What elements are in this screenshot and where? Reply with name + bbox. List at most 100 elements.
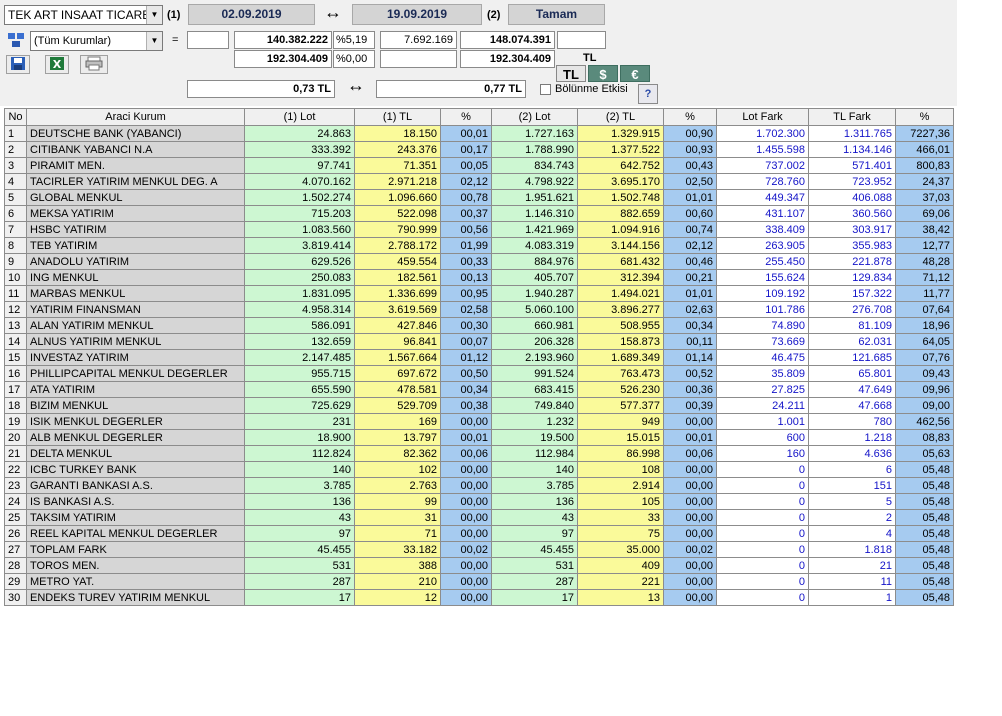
table-row[interactable]: 10 ING MENKUL 250.083 182.561 00,13 405.707 31… xyxy=(4,269,954,286)
table-cell: 287 xyxy=(491,573,578,590)
table-cell: 2.193.960 xyxy=(491,349,578,366)
table-row[interactable]: 5 GLOBAL MENKUL 1.502.274 1.096.660 00,78 1.9… xyxy=(4,189,954,206)
excel-icon[interactable]: X xyxy=(45,55,69,74)
table-cell: 25 xyxy=(4,509,27,526)
table-cell: 08,83 xyxy=(895,429,954,446)
table-cell: 0 xyxy=(716,589,809,606)
currency-caption: TL xyxy=(583,52,597,64)
table-row[interactable]: 24 IS BANKASI A.S. 136 99 00,00 136 105 00,00 0 5… xyxy=(4,493,954,510)
table-cell: 26 xyxy=(4,525,27,542)
table-cell: 05,48 xyxy=(895,461,954,478)
table-cell: 13.797 xyxy=(354,429,441,446)
table-row[interactable]: 13 ALAN YATIRIM MENKUL 586.091 427.846 00,30… xyxy=(4,317,954,334)
table-cell: INVESTAZ YATIRIM xyxy=(26,349,245,366)
table-cell: 140 xyxy=(491,461,578,478)
table-cell: 00,36 xyxy=(663,381,717,398)
date1-field[interactable]: 02.09.2019 xyxy=(188,4,315,25)
table-cell: 0 xyxy=(716,541,809,558)
table-cell: 600 xyxy=(716,429,809,446)
table-row[interactable]: 29 METRO YAT. 287 210 00,00 287 221 00,00 0 11 05,… xyxy=(4,573,954,590)
table-row[interactable]: 25 TAKSIM YATIRIM 43 31 00,00 43 33 00,00 0 2 05,4… xyxy=(4,509,954,526)
table-cell: PHILLIPCAPITAL MENKUL DEGERLER xyxy=(26,365,245,382)
column-header[interactable]: Lot Fark xyxy=(716,108,809,126)
symbol-value: TEK ART INSAAT TICARET xyxy=(8,8,158,22)
table-row[interactable]: 1 DEUTSCHE BANK (YABANCI) 24.863 18.150 00,0… xyxy=(4,125,954,142)
table-cell: 11 xyxy=(4,285,27,302)
table-cell: CITIBANK YABANCI N.A xyxy=(26,141,245,158)
table-cell: 182.561 xyxy=(354,269,441,286)
table-cell: 2 xyxy=(4,141,27,158)
split-effect-checkbox[interactable] xyxy=(540,84,551,95)
help-icon[interactable]: ? xyxy=(638,84,658,104)
table-cell: 05,48 xyxy=(895,493,954,510)
save-icon[interactable] xyxy=(6,55,30,74)
currency-usd-button[interactable]: $ xyxy=(588,65,618,82)
table-row[interactable]: 12 YATIRIM FINANSMAN 4.958.314 3.619.569 02,… xyxy=(4,301,954,318)
column-header[interactable]: No xyxy=(4,108,27,126)
table-cell: MARBAS MENKUL xyxy=(26,285,245,302)
table-cell: 136 xyxy=(491,493,578,510)
chevron-down-icon[interactable]: ▼ xyxy=(146,6,162,24)
currency-tl-button[interactable]: TL xyxy=(556,65,586,82)
institution-select[interactable]: (Tüm Kurumlar) ▼ xyxy=(30,31,163,51)
table-row[interactable]: 20 ALB MENKUL DEGERLER 18.900 13.797 00,01 19… xyxy=(4,429,954,446)
table-row[interactable]: 18 BIZIM MENKUL 725.629 529.709 00,38 749.840… xyxy=(4,397,954,414)
table-row[interactable]: 30 ENDEKS TUREV YATIRIM MENKUL 17 12 00,00 17… xyxy=(4,589,954,606)
table-row[interactable]: 6 MEKSA YATIRIM 715.203 522.098 00,37 1.146.3… xyxy=(4,205,954,222)
chevron-down-icon[interactable]: ▼ xyxy=(146,32,162,50)
table-row[interactable]: 23 GARANTI BANKASI A.S. 3.785 2.763 00,00 3.7… xyxy=(4,477,954,494)
symbol-select[interactable]: TEK ART INSAAT TICARET ▼ xyxy=(4,5,163,25)
table-row[interactable]: 11 MARBAS MENKUL 1.831.095 1.336.699 00,95 1.… xyxy=(4,285,954,302)
table-cell: 12 xyxy=(354,589,441,606)
table-row[interactable]: 28 TOROS MEN. 531 388 00,00 531 409 00,00 0 21 05,… xyxy=(4,557,954,574)
table-cell: 00,00 xyxy=(663,573,717,590)
date2-marker: (2) xyxy=(487,9,501,21)
table-row[interactable]: 21 DELTA MENKUL 112.824 82.362 00,06 112.984 8… xyxy=(4,445,954,462)
table-row[interactable]: 9 ANADOLU YATIRIM 629.526 459.554 00,33 884.9… xyxy=(4,253,954,270)
column-header[interactable]: (1) TL xyxy=(354,108,441,126)
table-cell: ALNUS YATIRIM MENKUL xyxy=(26,333,245,350)
table-cell: 2.147.485 xyxy=(244,349,355,366)
column-header[interactable]: (2) TL xyxy=(577,108,664,126)
table-cell: 2.763 xyxy=(354,477,441,494)
table-row[interactable]: 7 HSBC YATIRIM 1.083.560 790.999 00,56 1.421.… xyxy=(4,221,954,238)
table-row[interactable]: 27 TOPLAM FARK 45.455 33.182 00,02 45.455 35.0… xyxy=(4,541,954,558)
table-row[interactable]: 26 REEL KAPITAL MENKUL DEGERLER 97 71 00,00 9… xyxy=(4,525,954,542)
table-cell: 763.473 xyxy=(577,365,664,382)
date1-marker: (1) xyxy=(167,9,181,21)
column-header[interactable]: TL Fark xyxy=(808,108,896,126)
table-cell: 1.146.310 xyxy=(491,205,578,222)
currency-eur-button[interactable]: € xyxy=(620,65,650,82)
table-cell: 33.182 xyxy=(354,541,441,558)
table-cell: 3 xyxy=(4,157,27,174)
column-header[interactable]: % xyxy=(895,108,954,126)
table-cell: 00,00 xyxy=(663,509,717,526)
column-header[interactable]: (1) Lot xyxy=(244,108,355,126)
print-icon[interactable] xyxy=(80,55,108,74)
table-row[interactable]: 2 CITIBANK YABANCI N.A 333.392 243.376 00,17… xyxy=(4,141,954,158)
column-header[interactable]: Araci Kurum xyxy=(26,108,245,126)
ok-button[interactable]: Tamam xyxy=(508,4,605,25)
table-row[interactable]: 16 PHILLIPCAPITAL MENKUL DEGERLER 955.715 6… xyxy=(4,365,954,382)
table-row[interactable]: 15 INVESTAZ YATIRIM 2.147.485 1.567.664 01,1… xyxy=(4,349,954,366)
swap-dates-icon[interactable]: ↔ xyxy=(320,3,346,21)
column-header[interactable]: (2) Lot xyxy=(491,108,578,126)
institution-value: (Tüm Kurumlar) xyxy=(34,35,112,47)
table-cell: 169 xyxy=(354,413,441,430)
table-row[interactable]: 22 ICBC TURKEY BANK 140 102 00,00 140 108 00,00… xyxy=(4,461,954,478)
table-row[interactable]: 8 TEB YATIRIM 3.819.414 2.788.172 01,99 4.083… xyxy=(4,237,954,254)
date2-field[interactable]: 19.09.2019 xyxy=(352,4,482,25)
table-cell: 33 xyxy=(577,509,664,526)
table-row[interactable]: 19 ISIK MENKUL DEGERLER 231 169 00,00 1.232 94… xyxy=(4,413,954,430)
table-row[interactable]: 17 ATA YATIRIM 655.590 478.581 00,34 683.415 5… xyxy=(4,381,954,398)
table-row[interactable]: 3 PIRAMIT MEN. 97.741 71.351 00,05 834.743 642… xyxy=(4,157,954,174)
table-cell: 2.788.172 xyxy=(354,237,441,254)
column-header[interactable]: % xyxy=(440,108,492,126)
table-row[interactable]: 14 ALNUS YATIRIM MENKUL 132.659 96.841 00,07… xyxy=(4,333,954,350)
filter-input[interactable] xyxy=(187,31,229,49)
filter-icon[interactable] xyxy=(5,31,27,51)
table-row[interactable]: 4 TACIRLER YATIRIM MENKUL DEG. A 4.070.162… xyxy=(4,173,954,190)
table-cell: 1.232 xyxy=(491,413,578,430)
table-cell: 3.819.414 xyxy=(244,237,355,254)
column-header[interactable]: % xyxy=(663,108,717,126)
